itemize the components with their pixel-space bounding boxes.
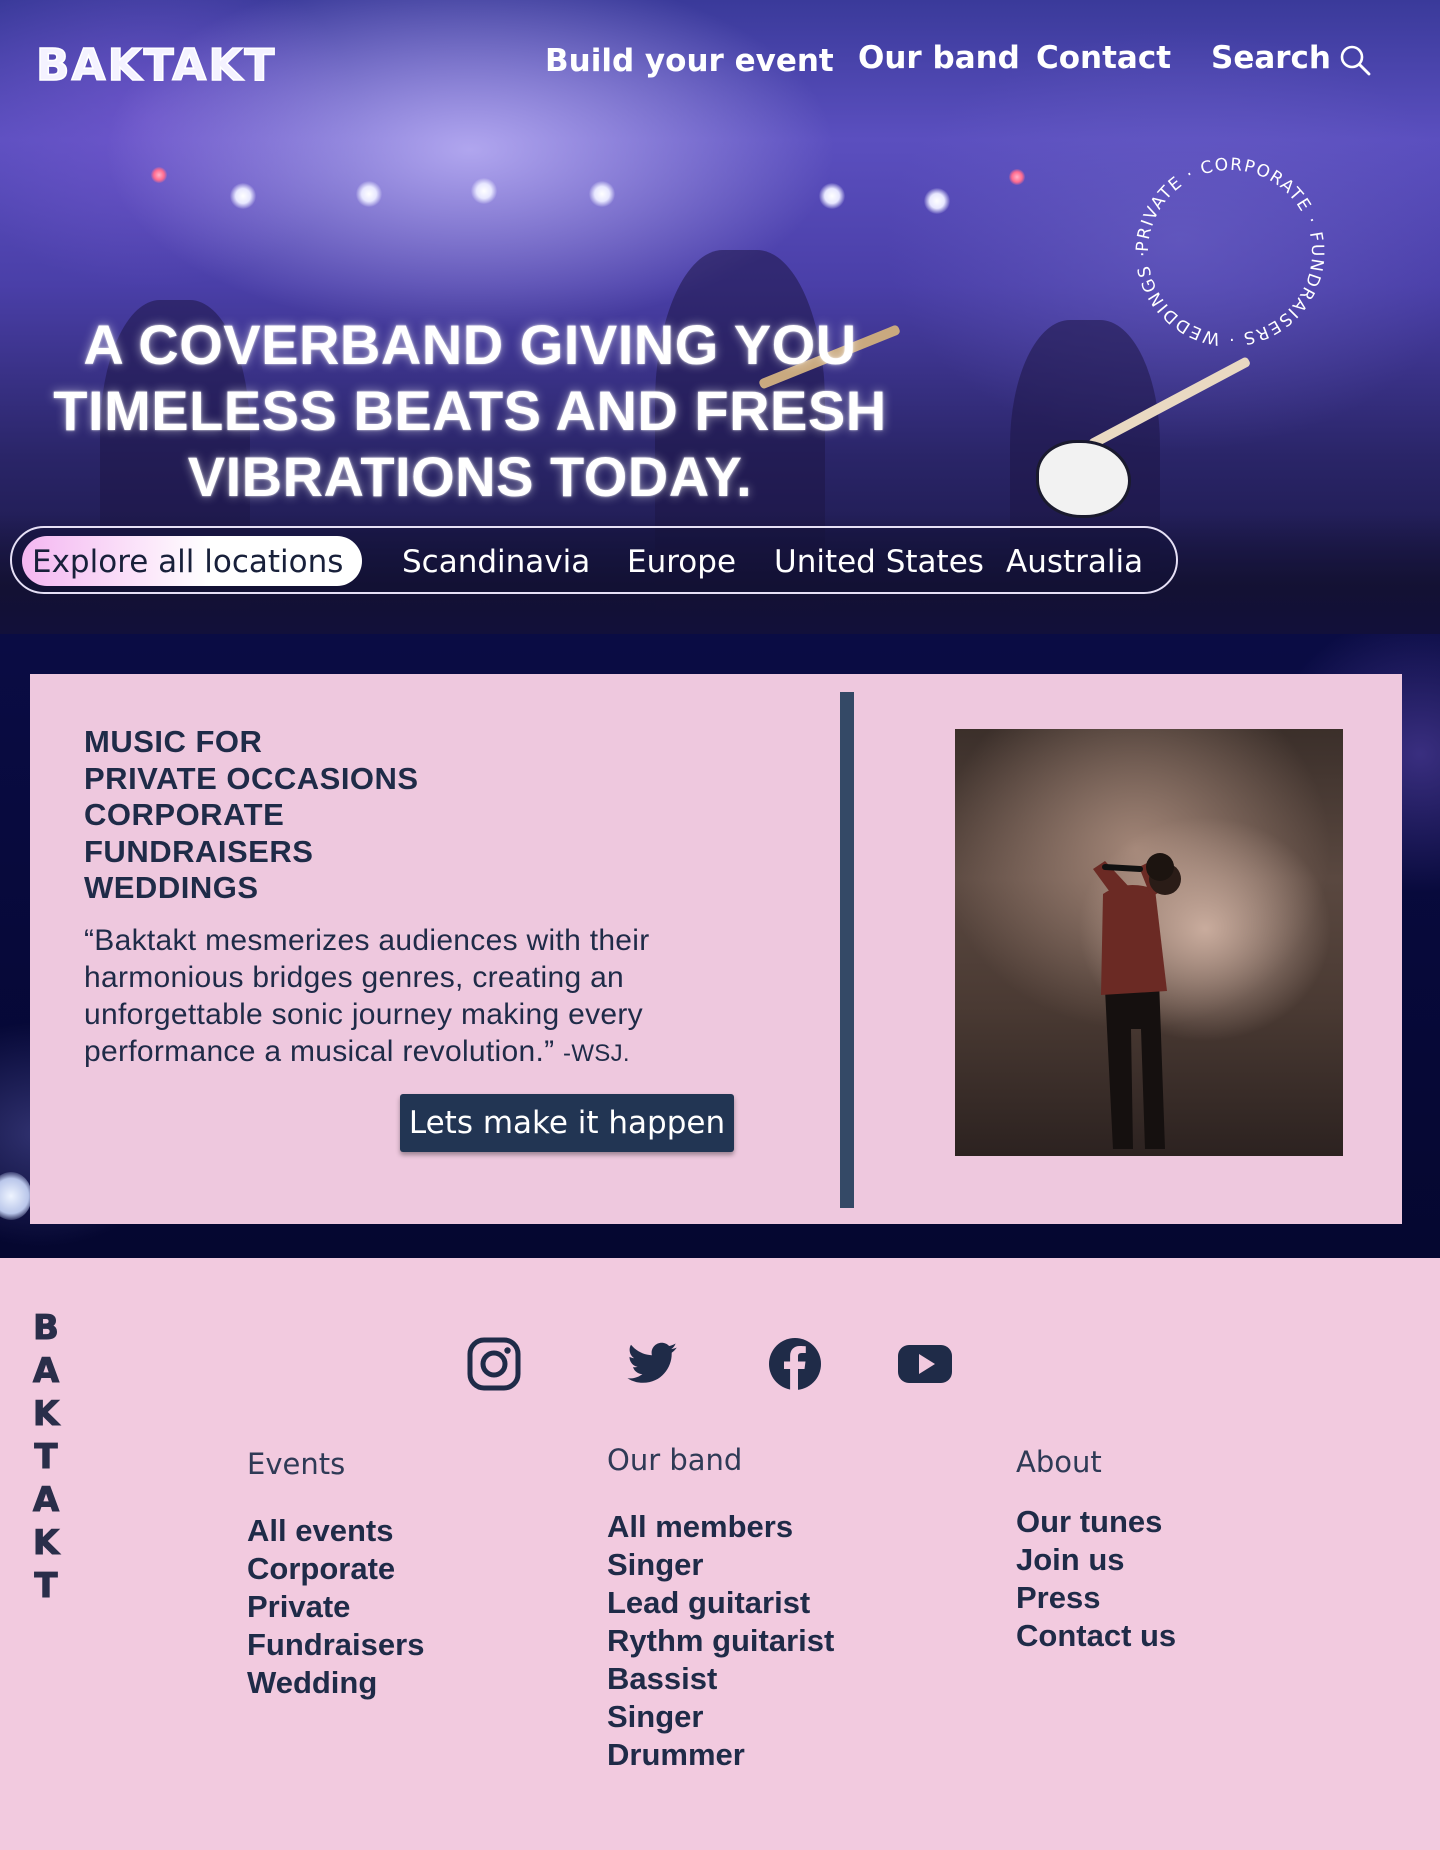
youtube-icon[interactable] (897, 1336, 953, 1392)
headline-line: TIMELESS BEATS AND FRESH (53, 379, 887, 442)
footer-link-contact-us[interactable]: Contact us (1016, 1617, 1176, 1655)
location-united-states[interactable]: United States (774, 544, 984, 580)
logo-letter: A (32, 1480, 60, 1521)
headline-line: VIBRATIONS TODAY. (187, 445, 753, 508)
stage-light (230, 183, 256, 209)
footer-vertical-logo[interactable]: B A K T A K T (30, 1307, 62, 1608)
footer-link-lead-guitarist[interactable]: Lead guitarist (607, 1584, 834, 1622)
footer-link-fundraisers[interactable]: Fundraisers (247, 1626, 424, 1664)
footer-band-title: Our band (607, 1443, 743, 1477)
logo-letter: A (32, 1351, 60, 1392)
footer-link-all-members[interactable]: All members (607, 1508, 834, 1546)
location-scandinavia[interactable]: Scandinavia (402, 544, 590, 580)
search-icon[interactable] (1339, 44, 1371, 76)
footer-link-our-tunes[interactable]: Our tunes (1016, 1503, 1176, 1541)
footer-link-corporate[interactable]: Corporate (247, 1550, 424, 1588)
stage-light (471, 178, 497, 204)
card-divider (840, 692, 854, 1208)
stage-light (589, 181, 615, 207)
press-quote: “Baktakt mesmerizes audiences with their… (84, 922, 764, 1072)
location-explore-all[interactable]: Explore all locations (22, 536, 362, 586)
stage-light (819, 183, 845, 209)
singer-photo (955, 729, 1343, 1156)
stage-light (924, 188, 950, 214)
logo-letter: T (34, 1566, 58, 1607)
hero-headline: A COVERBAND GIVING YOU TIMELESS BEATS AN… (40, 312, 900, 510)
location-europe[interactable]: Europe (627, 544, 736, 580)
quote-source: -WSJ. (563, 1040, 630, 1067)
logo-letter: K (32, 1394, 60, 1435)
singer-figure (1093, 853, 1181, 1149)
occasions-line: MUSIC FOR (84, 724, 263, 759)
headline-line: A COVERBAND GIVING YOU (83, 313, 857, 376)
location-filter-bar: Explore all locations Scandinavia Europe… (10, 526, 1178, 594)
facebook-icon[interactable] (767, 1336, 823, 1392)
lets-make-it-happen-button[interactable]: Lets make it happen (400, 1094, 734, 1152)
logo[interactable]: BAKTAKT (35, 39, 276, 92)
instagram-icon[interactable] (466, 1336, 522, 1392)
footer-events-title: Events (247, 1447, 346, 1481)
guitar-body (1036, 440, 1131, 518)
nav-our-band[interactable]: Our band (858, 40, 1020, 80)
footer-link-rythm-guitarist[interactable]: Rythm guitarist (607, 1622, 834, 1660)
footer-events-list: All events Corporate Private Fundraisers… (247, 1512, 424, 1702)
occasions-line: PRIVATE OCCASIONS (84, 760, 419, 796)
occasions-line: WEDDINGS (84, 870, 259, 905)
footer-link-bassist[interactable]: Bassist (607, 1660, 834, 1698)
nav-build-your-event[interactable]: Build your event (545, 43, 834, 83)
footer-link-wedding[interactable]: Wedding (247, 1664, 424, 1702)
nav-contact[interactable]: Contact (1036, 40, 1171, 80)
occasions-line: CORPORATE (84, 797, 285, 832)
stage-light (1009, 169, 1025, 185)
footer-link-all-events[interactable]: All events (247, 1512, 424, 1550)
footer-link-press[interactable]: Press (1016, 1579, 1176, 1617)
footer-link-drummer[interactable]: Drummer (607, 1736, 834, 1774)
footer-link-singer-2[interactable]: Singer (607, 1698, 834, 1736)
occasions-line: FUNDRAISERS (84, 833, 314, 869)
event-types-ring: PRIVATE · CORPORATE · FUNDRAISERS · WEDD… (1133, 155, 1327, 349)
twitter-icon[interactable] (624, 1336, 680, 1392)
svg-text:PRIVATE · CORPORATE · FUNDRAIS: PRIVATE · CORPORATE · FUNDRAISERS · WEDD… (1133, 155, 1327, 349)
location-australia[interactable]: Australia (1006, 544, 1143, 580)
ring-text: PRIVATE · CORPORATE · FUNDRAISERS · WEDD… (1133, 155, 1326, 349)
location-explore-all-label: Explore all locations (32, 544, 344, 580)
logo-letter: B (33, 1308, 60, 1349)
logo-letter: K (32, 1523, 60, 1564)
footer-about-title: About (1016, 1445, 1102, 1479)
stage-light (151, 167, 167, 183)
footer-link-private[interactable]: Private (247, 1588, 424, 1626)
footer-band-list: All members Singer Lead guitarist Rythm … (607, 1508, 834, 1774)
nav-search[interactable]: Search (1211, 40, 1331, 80)
footer-about-list: Our tunes Join us Press Contact us (1016, 1503, 1176, 1655)
footer-link-singer[interactable]: Singer (607, 1546, 834, 1584)
stage-light (356, 181, 382, 207)
occasions-heading: MUSIC FOR PRIVATE OCCASIONS CORPORATE FU… (84, 724, 419, 907)
logo-letter: T (34, 1437, 58, 1478)
footer-link-join-us[interactable]: Join us (1016, 1541, 1176, 1579)
